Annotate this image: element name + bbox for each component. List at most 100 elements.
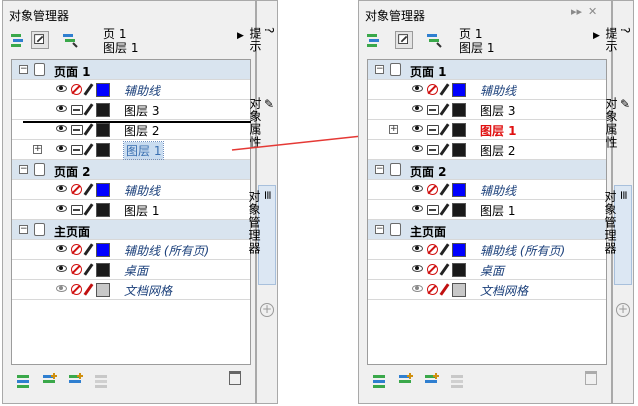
- page-group-row[interactable]: − 主页面: [12, 220, 250, 240]
- page-group-row[interactable]: − 页面 2: [368, 160, 606, 180]
- layer-label[interactable]: 辅助线: [480, 182, 516, 199]
- layer-label[interactable]: 图层 1: [122, 141, 165, 160]
- layer-manager-view-icon[interactable]: [425, 31, 443, 49]
- tab-hint[interactable]: ? 提示: [248, 23, 276, 83]
- edit-pencil-icon[interactable]: [83, 143, 94, 156]
- layer-color-swatch[interactable]: [452, 143, 466, 157]
- visibility-eye-icon[interactable]: [412, 85, 423, 92]
- layer-row[interactable]: 图层 2: [368, 140, 606, 160]
- page-group-row[interactable]: − 页面 1: [368, 60, 606, 80]
- layer-row[interactable]: + 图层 1: [368, 120, 606, 140]
- layer-row[interactable]: 文档网格: [368, 280, 606, 300]
- layer-color-swatch[interactable]: [452, 243, 466, 257]
- printer-icon[interactable]: [427, 105, 439, 115]
- collapse-icon[interactable]: −: [375, 65, 384, 74]
- layer-label[interactable]: 辅助线: [124, 182, 160, 199]
- print-disabled-icon[interactable]: [71, 284, 82, 295]
- layer-options-icon[interactable]: [365, 31, 383, 49]
- layer-color-swatch[interactable]: [96, 123, 110, 137]
- delete-icon[interactable]: [229, 371, 241, 385]
- layer-row[interactable]: 图层 1: [12, 200, 250, 220]
- visibility-eye-icon[interactable]: [56, 285, 67, 292]
- layer-row[interactable]: 图层 1: [368, 200, 606, 220]
- print-disabled-icon[interactable]: [71, 244, 82, 255]
- layer-color-swatch[interactable]: [96, 103, 110, 117]
- print-disabled-icon[interactable]: [427, 84, 438, 95]
- new-layer-icon[interactable]: [371, 371, 389, 389]
- layer-label[interactable]: 图层 1: [480, 202, 515, 219]
- layer-row[interactable]: 辅助线: [368, 80, 606, 100]
- layer-color-swatch[interactable]: [96, 203, 110, 217]
- visibility-eye-icon[interactable]: [56, 145, 67, 152]
- print-disabled-icon[interactable]: [427, 264, 438, 275]
- add-docker-icon[interactable]: +: [260, 303, 274, 317]
- visibility-eye-icon[interactable]: [412, 185, 423, 192]
- layer-row[interactable]: 辅助线: [12, 180, 250, 200]
- layer-label[interactable]: 文档网格: [480, 282, 528, 299]
- layer-row[interactable]: 辅助线 (所有页): [12, 240, 250, 260]
- expand-icon[interactable]: +: [33, 145, 42, 154]
- layer-label[interactable]: 辅助线: [480, 82, 516, 99]
- visibility-eye-icon[interactable]: [412, 105, 423, 112]
- layer-manager-view-icon[interactable]: [61, 31, 79, 49]
- collapse-icon[interactable]: −: [375, 225, 384, 234]
- tab-hint[interactable]: ? 提示: [604, 23, 632, 83]
- layer-options-icon[interactable]: [9, 31, 27, 49]
- layer-label[interactable]: 辅助线 (所有页): [480, 242, 565, 259]
- layer-color-swatch[interactable]: [96, 263, 110, 277]
- visibility-eye-icon[interactable]: [412, 145, 423, 152]
- visibility-eye-icon[interactable]: [56, 105, 67, 112]
- page-group-row[interactable]: − 主页面: [368, 220, 606, 240]
- printer-icon[interactable]: [71, 105, 83, 115]
- visibility-eye-icon[interactable]: [56, 125, 67, 132]
- layer-color-swatch[interactable]: [452, 183, 466, 197]
- edit-pencil-icon[interactable]: [439, 183, 450, 196]
- page-group-row[interactable]: − 页面 1: [12, 60, 250, 80]
- new-master-layer-icon[interactable]: [397, 371, 415, 389]
- flyout-arrow-icon[interactable]: ▶: [593, 31, 600, 41]
- printer-icon[interactable]: [427, 205, 439, 215]
- edit-pencil-icon[interactable]: [83, 203, 94, 216]
- layer-label[interactable]: 辅助线: [124, 82, 160, 99]
- edit-pencil-icon[interactable]: [439, 103, 450, 116]
- edit-pencil-icon[interactable]: [83, 243, 94, 256]
- layer-color-swatch[interactable]: [96, 183, 110, 197]
- tab-object-manager[interactable]: ≡ 对象管理器: [603, 185, 632, 285]
- layer-color-swatch[interactable]: [96, 243, 110, 257]
- printer-icon[interactable]: [71, 145, 83, 155]
- tab-object-manager[interactable]: ≡ 对象管理器: [247, 185, 276, 285]
- add-docker-icon[interactable]: +: [616, 303, 630, 317]
- visibility-eye-icon[interactable]: [412, 205, 423, 212]
- print-disabled-icon[interactable]: [71, 84, 82, 95]
- close-icon[interactable]: ✕: [588, 5, 597, 18]
- visibility-eye-icon[interactable]: [412, 125, 423, 132]
- layer-color-swatch[interactable]: [96, 83, 110, 97]
- layer-label[interactable]: 图层 2: [124, 122, 159, 139]
- layer-label[interactable]: 文档网格: [124, 282, 172, 299]
- collapse-icon[interactable]: −: [375, 165, 384, 174]
- edit-pencil-icon[interactable]: [83, 83, 94, 96]
- print-disabled-icon[interactable]: [427, 284, 438, 295]
- edit-pencil-icon[interactable]: [83, 283, 94, 296]
- printer-icon[interactable]: [427, 145, 439, 155]
- layer-label[interactable]: 图层 3: [124, 102, 159, 119]
- edit-pencil-icon[interactable]: [83, 183, 94, 196]
- edit-pencil-icon[interactable]: [439, 123, 450, 136]
- edit-pencil-icon[interactable]: [439, 83, 450, 96]
- edit-pencil-icon[interactable]: [83, 103, 94, 116]
- layer-row[interactable]: + 图层 1: [12, 140, 250, 160]
- layer-row[interactable]: 辅助线 (所有页): [368, 240, 606, 260]
- layer-row[interactable]: 图层 2: [12, 120, 250, 140]
- layer-row[interactable]: 图层 3: [12, 100, 250, 120]
- delete-icon[interactable]: [585, 371, 597, 385]
- layer-color-swatch[interactable]: [452, 83, 466, 97]
- printer-icon[interactable]: [427, 125, 439, 135]
- layer-color-swatch[interactable]: [452, 203, 466, 217]
- expand-icon[interactable]: +: [389, 125, 398, 134]
- new-layer-icon[interactable]: [15, 371, 33, 389]
- layer-color-swatch[interactable]: [452, 263, 466, 277]
- visibility-eye-icon[interactable]: [56, 245, 67, 252]
- new-master-odd-even-icon[interactable]: [93, 371, 111, 389]
- printer-icon[interactable]: [71, 125, 83, 135]
- visibility-eye-icon[interactable]: [412, 285, 423, 292]
